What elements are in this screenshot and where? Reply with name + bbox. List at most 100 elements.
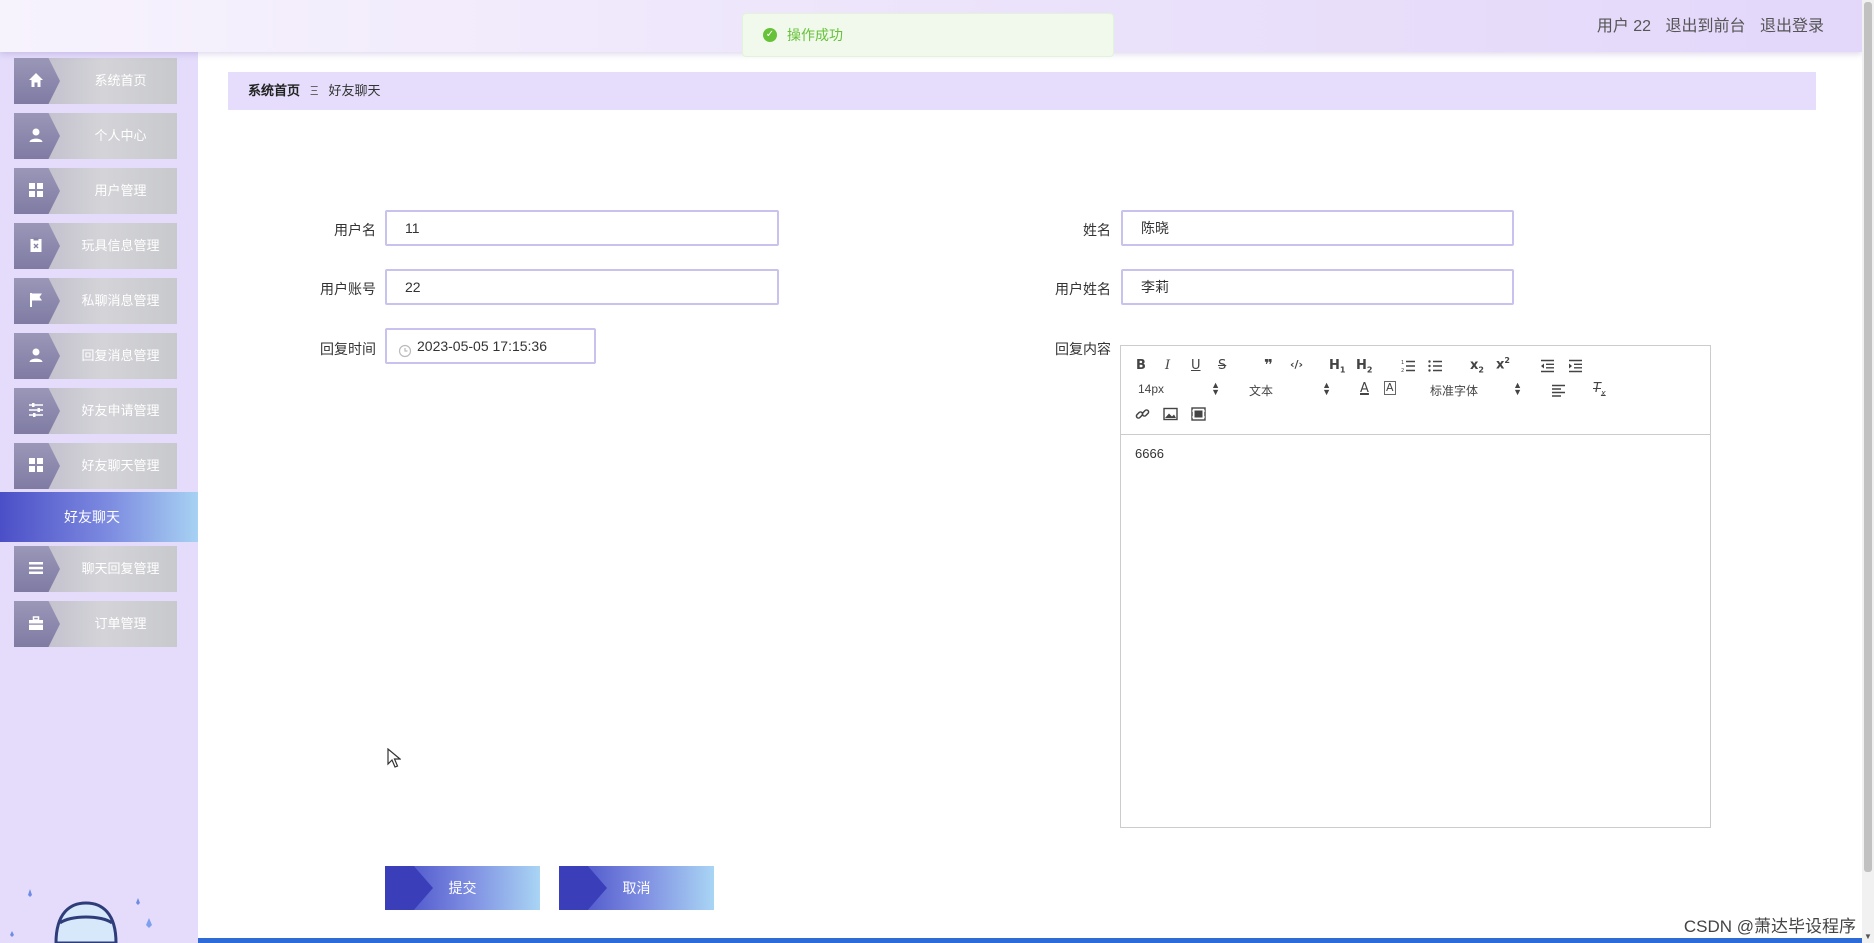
account-field[interactable] — [385, 269, 779, 305]
blockquote-icon[interactable]: ❞ — [1264, 356, 1273, 374]
sidebar-item-label: 聊天回复管理 — [81, 561, 160, 576]
sidebar-item-label: 订单管理 — [94, 616, 147, 631]
italic-icon[interactable]: I — [1165, 358, 1170, 373]
breadcrumb-current: 好友聊天 — [328, 83, 381, 98]
check-circle-icon: ✓ — [763, 28, 777, 42]
breadcrumb-separator: Ξ — [310, 83, 319, 98]
superscript-icon[interactable]: x2 — [1496, 356, 1510, 372]
bottom-decoration — [198, 938, 1862, 943]
font-size-select[interactable]: 14px ▲ ▼ — [1138, 380, 1220, 397]
strike-icon[interactable]: S — [1218, 358, 1226, 373]
list-icon — [29, 562, 43, 574]
sidebar-item-label: 玩具信息管理 — [81, 238, 160, 253]
user-name-field[interactable] — [1121, 269, 1514, 305]
name-label: 姓名 — [1083, 222, 1111, 238]
page-scrollbar[interactable]: ▼ — [1862, 0, 1874, 943]
logout-link[interactable]: 退出登录 — [1760, 18, 1824, 35]
back-to-front-link[interactable]: 退出到前台 — [1666, 18, 1746, 35]
select-arrows-icon: ▲ ▼ — [1211, 380, 1220, 397]
align-icon[interactable] — [1551, 384, 1566, 397]
button-notch — [385, 866, 433, 910]
subscript-icon[interactable]: x2 — [1470, 358, 1484, 375]
account-label: 用户账号 — [320, 281, 376, 297]
button-notch — [559, 866, 607, 910]
reply-time-picker[interactable] — [385, 328, 596, 364]
sidebar: 系统首页 个人中心 用户管理 玩具信息管理 私聊消息管理 回复消息管理 好友申请… — [0, 52, 198, 943]
link-icon[interactable] — [1135, 407, 1150, 422]
grid-icon — [29, 183, 43, 197]
grid-icon — [29, 458, 43, 472]
username-field[interactable] — [385, 210, 779, 246]
editor-content[interactable]: 6666 — [1135, 446, 1164, 461]
font-family-select[interactable]: 标准字体 ▲ ▼ — [1430, 380, 1522, 399]
sliders-icon — [29, 403, 43, 417]
outdent-icon[interactable] — [1540, 359, 1555, 373]
home-icon — [29, 73, 43, 87]
cancel-button[interactable]: 取消 — [559, 866, 714, 910]
reply-time-label: 回复时间 — [320, 341, 376, 357]
bullet-list-icon[interactable] — [1428, 359, 1443, 373]
mascot-illustration — [10, 889, 152, 943]
paragraph-value: 文本 — [1249, 384, 1274, 398]
sidebar-item-toys[interactable]: 玩具信息管理 — [14, 223, 177, 269]
flag-icon — [30, 293, 42, 307]
name-field[interactable] — [1121, 210, 1514, 246]
sidebar-item-home[interactable]: 系统首页 — [14, 58, 177, 104]
svg-text:1: 1 — [1401, 360, 1404, 366]
font-size-value: 14px — [1138, 382, 1165, 396]
scroll-down-icon[interactable]: ▼ — [1864, 932, 1872, 941]
current-user-label: 用户 22 — [1596, 18, 1652, 35]
heading2-icon[interactable]: H2 — [1356, 358, 1372, 375]
briefcase-icon — [29, 616, 43, 630]
font-family-value: 标准字体 — [1430, 384, 1479, 398]
bold-icon[interactable]: B — [1136, 358, 1146, 373]
sidebar-item-chat-reply[interactable]: 聊天回复管理 — [14, 546, 177, 592]
sidebar-item-friend-requests[interactable]: 好友申请管理 — [14, 388, 177, 434]
mouse-cursor-icon — [387, 748, 401, 768]
rich-text-editor[interactable]: B I U S ❞ ‹/› H1 H2 12 x2 x2 14px ▲ ▼ 文本 … — [1120, 345, 1711, 828]
sidebar-item-label: 好友申请管理 — [81, 403, 160, 418]
sidebar-item-friend-chat-manage[interactable]: 好友聊天管理 — [14, 443, 177, 489]
sidebar-item-label: 回复消息管理 — [81, 348, 160, 363]
cancel-button-label: 取消 — [622, 880, 651, 896]
background-color-icon[interactable]: A — [1384, 381, 1396, 395]
sidebar-item-reply-messages[interactable]: 回复消息管理 — [14, 333, 177, 379]
paragraph-select[interactable]: 文本 ▲ ▼ — [1249, 380, 1331, 399]
user-name-label: 用户姓名 — [1055, 281, 1111, 297]
underline-icon[interactable]: U — [1191, 358, 1201, 373]
sidebar-item-users[interactable]: 用户管理 — [14, 168, 177, 214]
indent-icon[interactable] — [1568, 359, 1583, 373]
clock-icon — [398, 344, 412, 358]
clear-format-icon[interactable]: Tx — [1593, 381, 1606, 398]
reply-content-label: 回复内容 — [1055, 341, 1111, 357]
sidebar-item-profile[interactable]: 个人中心 — [14, 113, 177, 159]
sidebar-item-label: 用户管理 — [94, 183, 147, 198]
svg-text:2: 2 — [1401, 368, 1404, 373]
user-icon — [29, 128, 43, 142]
heading1-icon[interactable]: H1 — [1329, 358, 1345, 375]
code-icon[interactable]: ‹/› — [1290, 358, 1303, 371]
select-arrows-icon: ▲ ▼ — [1513, 380, 1522, 397]
breadcrumb-home[interactable]: 系统首页 — [248, 83, 300, 98]
sidebar-item-orders[interactable]: 订单管理 — [14, 601, 177, 647]
font-color-icon[interactable]: A — [1360, 381, 1369, 396]
image-icon[interactable] — [1163, 407, 1178, 421]
sidebar-item-friend-chat-active[interactable]: 好友聊天 — [0, 492, 198, 542]
watermark: CSDN @萧达毕设程序 — [1683, 917, 1856, 936]
submit-button[interactable]: 提交 — [385, 866, 540, 910]
ordered-list-icon[interactable]: 12 — [1401, 359, 1416, 373]
select-arrows-icon: ▲ ▼ — [1322, 380, 1331, 397]
video-icon[interactable] — [1191, 407, 1206, 421]
scrollbar-thumb[interactable] — [1864, 2, 1872, 872]
sidebar-item-label: 好友聊天管理 — [81, 458, 160, 473]
editor-toolbar: B I U S ❞ ‹/› H1 H2 12 x2 x2 14px ▲ ▼ 文本 … — [1121, 346, 1710, 435]
toast-message: 操作成功 — [787, 27, 843, 43]
submit-button-label: 提交 — [448, 880, 477, 896]
breadcrumb: 系统首页 Ξ 好友聊天 — [228, 72, 1816, 110]
sidebar-item-private-messages[interactable]: 私聊消息管理 — [14, 278, 177, 324]
sidebar-item-label: 个人中心 — [94, 128, 147, 143]
success-toast: ✓ 操作成功 — [742, 13, 1114, 57]
sidebar-item-label: 私聊消息管理 — [81, 293, 160, 308]
header-links: 用户 22 退出到前台 退出登录 — [1587, 12, 1824, 36]
clipboard-icon — [30, 237, 42, 252]
